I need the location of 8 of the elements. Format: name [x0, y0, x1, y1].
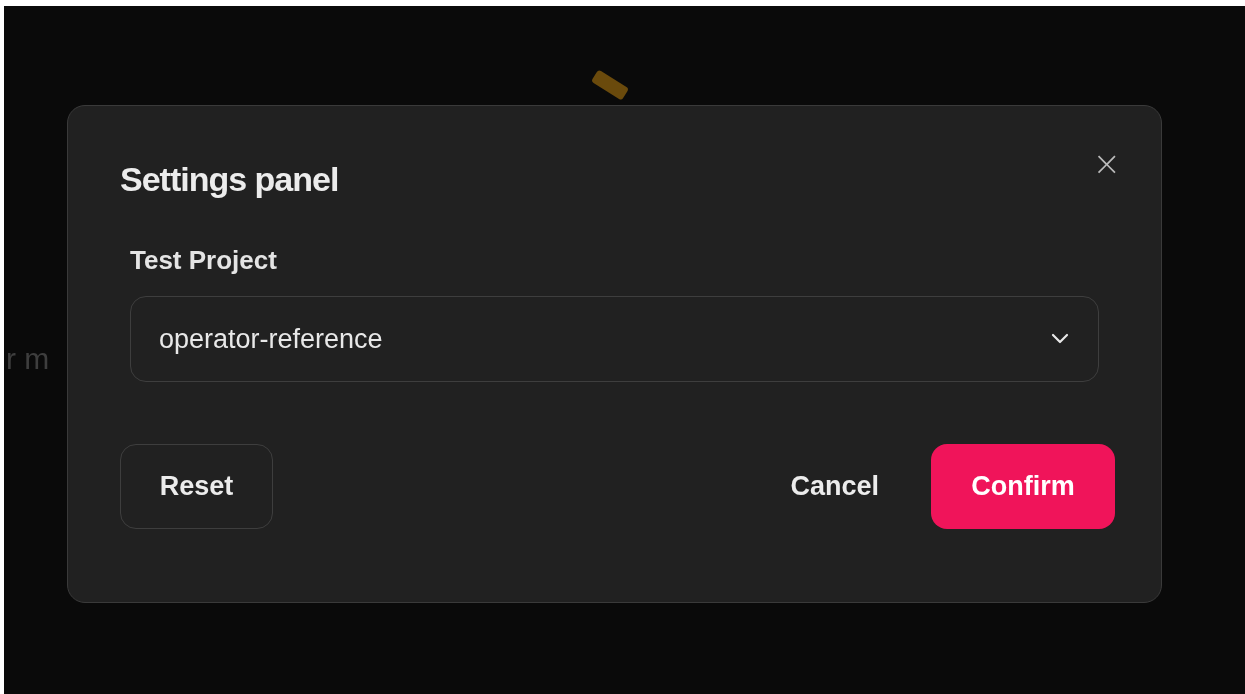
outline-button[interactable]: Reset [120, 444, 273, 529]
dialog-title: Settings panel [120, 160, 339, 199]
chevron-down-icon [1050, 333, 1070, 345]
field-label: Test Project [130, 245, 277, 276]
cancel-button[interactable]: Cancel [766, 444, 903, 529]
close-button[interactable]: × [1092, 146, 1121, 180]
project-select[interactable]: operator-reference [130, 296, 1099, 382]
confirm-button[interactable]: Confirm [931, 444, 1115, 529]
